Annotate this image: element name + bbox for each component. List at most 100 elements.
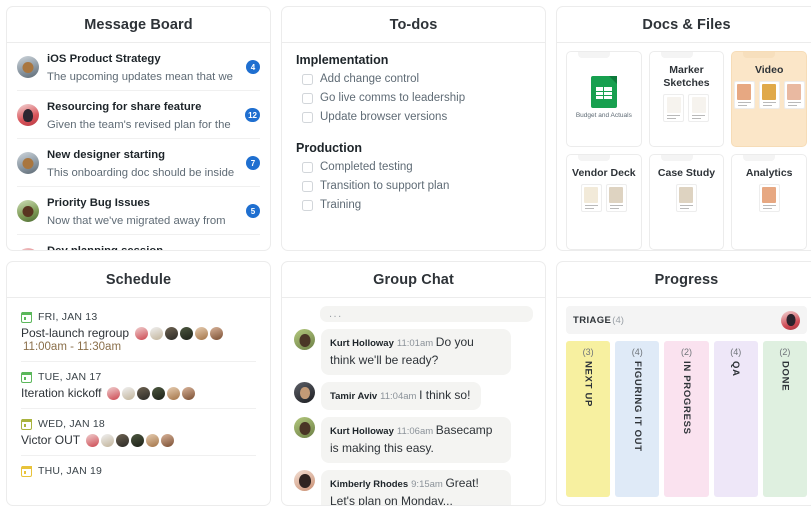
comment-count-badge: 4 [246,60,260,74]
chat-message[interactable]: Kurt Holloway 11:06am Basecamp is making … [294,417,533,463]
panel-todos: To-dos Implementation Add change control… [281,6,546,251]
column-count: (2) [681,347,692,357]
attendee-avatars [107,386,197,400]
message-text: Resourcing for share feature Given the t… [47,97,239,133]
thumbnail [758,184,780,212]
checkbox-icon[interactable] [302,200,313,211]
doc-card-case-study[interactable]: Case Study [648,154,725,250]
todo-item[interactable]: Completed testing [296,158,531,177]
triage-label: TRIAGE [573,314,612,326]
chat-text: I think so! [419,388,471,402]
panel-progress: Progress TRIAGE (4) (3) NEXT UP (4) FIGU… [556,261,811,506]
schedule-date-row: TUE, JAN 17 [21,371,256,383]
message-text: Dev planning session We're nearing the e… [47,241,260,250]
message-preview: This onboarding doc should be inside [47,167,235,179]
schedule-body: FRI, JAN 13 Post-launch regroup 11:00am … [7,298,270,505]
doc-card-vendor-deck[interactable]: Vendor Deck [566,154,642,250]
message-title: New designer starting [47,149,166,161]
panel-title-todos: To-dos [282,7,545,43]
attendee-avatars [135,326,225,340]
kanban-column-figuring-it-out[interactable]: (4) FIGURING IT OUT [615,341,660,497]
chat-message[interactable]: Kimberly Rhodes 9:15am Great! Let's plan … [294,470,533,505]
schedule-event-name: Victor OUT [21,433,81,447]
comment-count-badge: 5 [246,204,260,218]
doc-card-label: Vendor Deck [572,167,636,179]
kanban-column-next-up[interactable]: (3) NEXT UP [566,341,611,497]
todo-item[interactable]: Training [296,196,531,215]
kanban-column-qa[interactable]: (4) QA [713,341,758,497]
panel-message-board: Message Board iOS Product Strategy The u… [6,6,271,251]
schedule-event[interactable]: THU, JAN 19 [21,456,256,488]
column-count: (4) [730,347,742,357]
doc-card-marker-sketches[interactable]: Marker Sketches [648,51,725,147]
triage-row[interactable]: TRIAGE (4) [566,306,807,334]
column-name: NEXT UP [582,361,594,408]
calendar-icon [21,311,32,323]
message-text: New designer starting This onboarding do… [47,145,240,181]
kanban-column-in-progress[interactable]: (2) IN PROGRESS [664,341,709,497]
message-text: Priority Bug Issues Now that we've migra… [47,193,240,229]
avatar [294,470,315,491]
message-title: Resourcing for share feature [47,101,202,113]
doc-card-label: Marker Sketches [663,64,710,89]
checkbox-icon[interactable] [302,93,313,104]
todo-label: Completed testing [320,161,413,173]
todo-label: Update browser versions [320,111,448,123]
schedule-event-row: Post-launch regroup [21,326,256,340]
checkbox-icon[interactable] [302,112,313,123]
thumbnail-group [580,184,627,212]
list-item[interactable]: Priority Bug Issues Now that we've migra… [17,187,260,235]
list-item[interactable]: New designer starting This onboarding do… [17,139,260,187]
avatar [294,329,315,350]
google-sheets-icon [590,76,617,108]
chat-message[interactable]: Tamir Aviv 11:04am I think so! [294,382,533,410]
todo-group-title: Production [296,141,362,155]
todo-item[interactable]: Update browser versions [296,108,531,127]
todo-item[interactable]: Transition to support plan [296,177,531,196]
kanban-column-done[interactable]: (2) DONE [762,341,808,497]
doc-card-budget[interactable]: Budget and Actuals [566,51,642,147]
todo-label: Add change control [320,73,420,85]
thumbnail [733,81,755,109]
doc-card-video[interactable]: Video [731,51,807,147]
thumbnail [783,81,805,109]
schedule-event[interactable]: TUE, JAN 17 Iteration kickoff [21,362,256,409]
message-list: iOS Product Strategy The upcoming update… [7,43,270,250]
chat-time: 11:06am [396,426,434,437]
column-name: FIGURING IT OUT [631,361,643,452]
list-item[interactable]: Resourcing for share feature Given the t… [17,91,260,139]
message-board-body: iOS Product Strategy The upcoming update… [7,43,270,250]
progress-body: TRIAGE (4) (3) NEXT UP (4) FIGURING IT O… [557,298,811,505]
checkbox-icon[interactable] [302,162,313,173]
calendar-icon [21,418,32,430]
chat-message[interactable]: Kurt Holloway 11:01am Do you think we'll … [294,329,533,375]
checkbox-icon[interactable] [302,181,313,192]
todo-group-title: Implementation [296,53,389,67]
schedule-event-row: Iteration kickoff [21,386,256,400]
chat-author: Kurt Holloway [330,338,394,349]
doc-card-label: Budget and Actuals [575,112,632,119]
todo-group: Implementation Add change control Go liv… [296,53,531,127]
todo-item[interactable]: Go live comms to leadership [296,89,531,108]
list-item[interactable]: Dev planning session We're nearing the e… [17,235,260,250]
todo-group: Production Completed testing Transition … [296,141,531,215]
doc-card-analytics[interactable]: Analytics [731,154,807,250]
chat-author: Tamir Aviv [330,391,378,402]
avatar [781,310,800,330]
schedule-event[interactable]: FRI, JAN 13 Post-launch regroup 11:00am … [21,302,256,362]
dashboard-grid: Message Board iOS Product Strategy The u… [0,0,811,506]
thumbnail [663,94,685,122]
panel-title-docs-files: Docs & Files [557,7,811,43]
thumbnail [605,184,627,212]
schedule-event[interactable]: WED, JAN 18 Victor OUT [21,409,256,456]
message-preview: The upcoming updates mean that we [47,71,233,83]
chat-bubble: Kurt Holloway 11:06am Basecamp is making … [321,417,511,463]
message-title: iOS Product Strategy [47,53,161,65]
todo-item[interactable]: Add change control [296,70,531,89]
triage-count: (4) [612,314,624,326]
column-name: IN PROGRESS [681,361,692,435]
column-count: (3) [582,347,594,357]
thumbnail [580,184,602,212]
list-item[interactable]: iOS Product Strategy The upcoming update… [17,43,260,91]
checkbox-icon[interactable] [302,74,313,85]
